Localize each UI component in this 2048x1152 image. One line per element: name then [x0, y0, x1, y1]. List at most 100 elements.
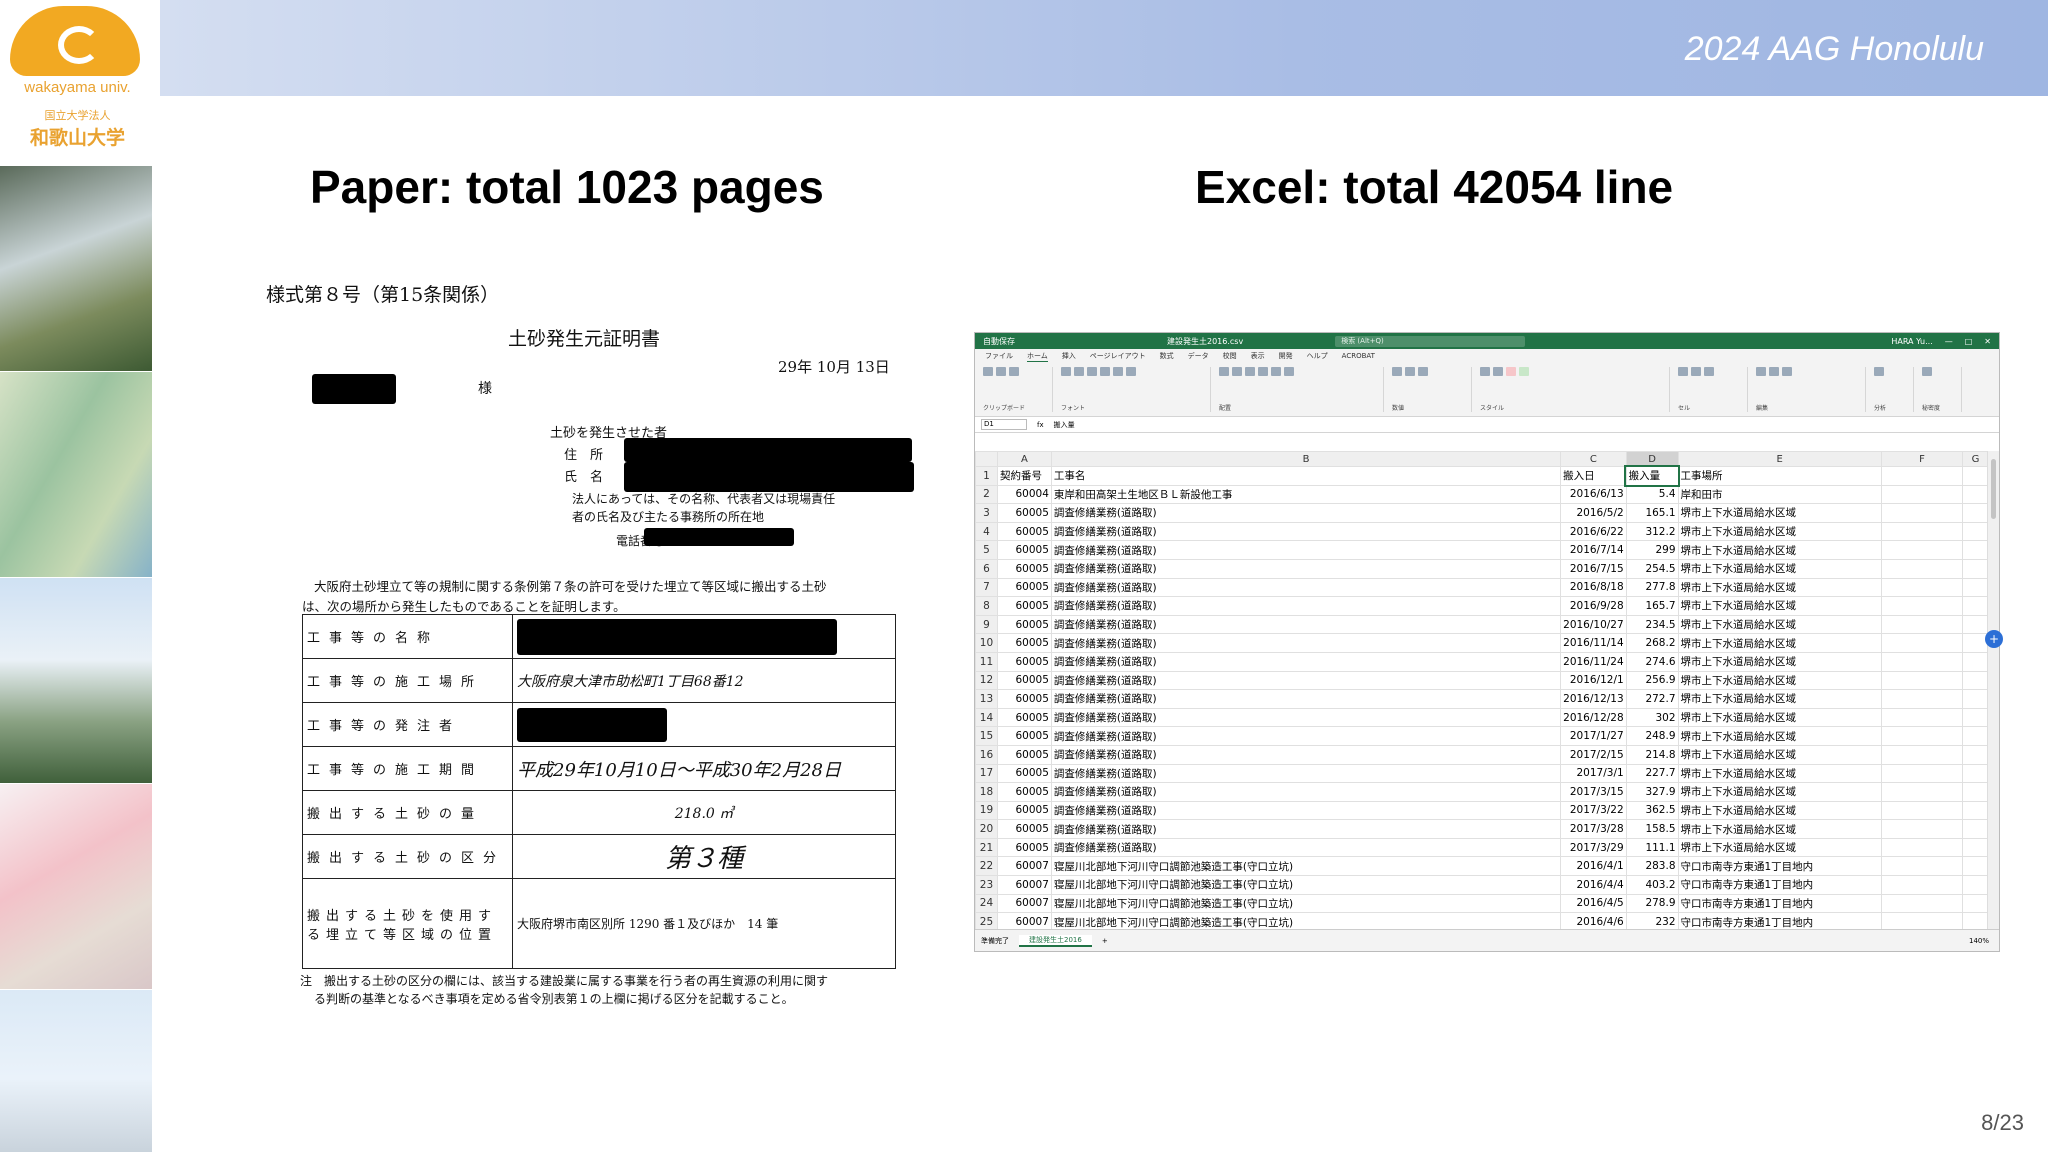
ribbon-alignment[interactable]: 配置 — [1219, 367, 1384, 412]
ribbon-clipboard[interactable]: クリップボード — [983, 367, 1053, 412]
cell-work-name[interactable]: 調査修繕業務(道路取) — [1050, 819, 1562, 839]
zoom-level[interactable]: 140% — [1969, 937, 1989, 945]
row-number[interactable]: 10 — [975, 633, 998, 653]
cell-contract-no[interactable]: 60005 — [996, 596, 1052, 616]
cell-contract-no[interactable]: 60005 — [996, 558, 1052, 579]
cell-amount[interactable]: 272.7 — [1625, 689, 1679, 709]
cell-contract-no[interactable]: 60007 — [996, 893, 1052, 914]
name-box[interactable]: D1 — [981, 419, 1027, 430]
row-number[interactable]: 18 — [975, 782, 998, 802]
cell-amount[interactable]: 256.9 — [1625, 670, 1679, 691]
row-number[interactable]: 19 — [975, 800, 998, 821]
cell-amount[interactable]: 403.2 — [1625, 875, 1679, 895]
maximize-icon[interactable]: □ — [1965, 337, 1973, 346]
cell-contract-no[interactable]: 60005 — [996, 782, 1052, 802]
menu-review[interactable]: 校閲 — [1223, 351, 1237, 361]
cell-work-name[interactable]: 東岸和田高架土生地区ＢＬ新設他工事 — [1050, 484, 1562, 505]
cell-empty[interactable] — [1880, 744, 1964, 765]
cell-empty[interactable] — [1962, 819, 1989, 839]
cell-empty[interactable] — [1880, 689, 1964, 709]
cell-location[interactable]: 堺市上下水道局給水区域 — [1677, 800, 1882, 821]
cell-amount[interactable]: 274.6 — [1625, 651, 1679, 672]
cell-work-name[interactable]: 調査修繕業務(道路取) — [1050, 651, 1562, 672]
cell-location[interactable]: 堺市上下水道局給水区域 — [1677, 521, 1882, 542]
cell-work-name[interactable]: 調査修繕業務(道路取) — [1050, 782, 1562, 802]
cell-work-name[interactable]: 調査修繕業務(道路取) — [1050, 800, 1562, 821]
cell-date[interactable]: 2016/6/13 — [1560, 484, 1627, 505]
cell-contract-no[interactable]: 60005 — [996, 800, 1052, 821]
column-header[interactable]: D — [1625, 451, 1679, 467]
cell-empty[interactable] — [1880, 819, 1964, 839]
cell-work-name[interactable]: 寝屋川北部地下河川守口調節池築造工事(守口立坑) — [1050, 893, 1562, 914]
cell-empty[interactable] — [1880, 707, 1964, 728]
row-number[interactable]: 8 — [975, 596, 998, 616]
cell-work-name[interactable]: 寝屋川北部地下河川守口調節池築造工事(守口立坑) — [1050, 856, 1562, 877]
minimize-icon[interactable]: — — [1945, 337, 1953, 346]
cell-empty[interactable] — [1880, 800, 1964, 821]
cell-empty[interactable] — [1880, 558, 1964, 579]
autosave-label[interactable]: 自動保存 — [983, 336, 1015, 347]
cell-work-name[interactable]: 調査修繕業務(道路取) — [1050, 744, 1562, 765]
add-sheet-icon[interactable]: + — [1102, 937, 1108, 945]
cell-empty[interactable] — [1962, 503, 1989, 523]
cell-date[interactable]: 2017/3/1 — [1560, 763, 1627, 784]
cell-empty[interactable] — [1880, 596, 1964, 616]
cell-contract-no[interactable]: 60005 — [996, 744, 1052, 765]
cell-amount[interactable]: 362.5 — [1625, 800, 1679, 821]
cell-work-name[interactable]: 調査修繕業務(道路取) — [1050, 689, 1562, 709]
cell-work-name[interactable]: 調査修繕業務(道路取) — [1050, 670, 1562, 691]
cell-location[interactable]: 守口市南寺方東通1丁目地内 — [1677, 893, 1882, 914]
cell-empty[interactable] — [1880, 651, 1964, 672]
cell-amount[interactable]: 277.8 — [1625, 577, 1679, 598]
cell-empty[interactable] — [1962, 893, 1989, 914]
formula-input[interactable]: 搬入量 — [1054, 420, 1075, 430]
cell-work-name[interactable]: 調査修繕業務(道路取) — [1050, 614, 1562, 635]
cell-contract-no[interactable]: 60005 — [996, 670, 1052, 691]
cell-date[interactable]: 2016/11/24 — [1560, 651, 1627, 672]
ribbon-number[interactable]: 数値 — [1392, 367, 1472, 412]
cell-location[interactable]: 工事場所 — [1677, 466, 1882, 486]
cell-contract-no[interactable]: 60005 — [996, 689, 1052, 709]
row-number[interactable]: 1 — [975, 466, 998, 486]
cell-date[interactable]: 2016/8/18 — [1560, 577, 1627, 598]
cell-location[interactable]: 堺市上下水道局給水区域 — [1677, 763, 1882, 784]
row-number[interactable]: 6 — [975, 558, 998, 579]
cell-amount[interactable]: 搬入量 — [1624, 464, 1680, 488]
cell-amount[interactable]: 248.9 — [1625, 726, 1679, 746]
menu-page-layout[interactable]: ページレイアウト — [1090, 351, 1146, 361]
cell-empty[interactable] — [1880, 856, 1964, 877]
cell-location[interactable]: 堺市上下水道局給水区域 — [1677, 558, 1882, 579]
cell-work-name[interactable]: 調査修繕業務(道路取) — [1050, 540, 1562, 560]
cell-empty[interactable] — [1962, 484, 1989, 505]
cell-date[interactable]: 2016/10/27 — [1560, 614, 1627, 635]
cell-empty[interactable] — [1962, 558, 1989, 579]
ribbon-font[interactable]: フォント — [1061, 367, 1211, 412]
cell-empty[interactable] — [1880, 782, 1964, 802]
cell-date[interactable]: 2016/12/1 — [1560, 670, 1627, 691]
cell-amount[interactable]: 165.1 — [1625, 503, 1679, 523]
row-number[interactable]: 12 — [975, 670, 998, 691]
cell-work-name[interactable]: 調査修繕業務(道路取) — [1050, 521, 1562, 542]
ribbon-cells[interactable]: セル — [1678, 367, 1748, 412]
cell-amount[interactable]: 268.2 — [1625, 633, 1679, 653]
column-header[interactable]: G — [1962, 451, 1989, 467]
row-number[interactable]: 7 — [975, 577, 998, 598]
cell-date[interactable]: 2017/2/15 — [1560, 744, 1627, 765]
cell-location[interactable]: 守口市南寺方東通1丁目地内 — [1677, 875, 1882, 895]
cell-contract-no[interactable]: 60005 — [996, 614, 1052, 635]
cell-amount[interactable]: 299 — [1625, 540, 1679, 560]
cell-location[interactable]: 堺市上下水道局給水区域 — [1677, 670, 1882, 691]
cell-location[interactable]: 堺市上下水道局給水区域 — [1677, 726, 1882, 746]
cell-amount[interactable]: 302 — [1625, 707, 1679, 728]
column-header[interactable]: C — [1560, 451, 1627, 467]
row-number[interactable]: 3 — [975, 503, 998, 523]
cell-date[interactable]: 2016/11/14 — [1560, 633, 1627, 653]
cell-contract-no[interactable]: 60005 — [996, 707, 1052, 728]
cell-location[interactable]: 堺市上下水道局給水区域 — [1677, 689, 1882, 709]
cell-empty[interactable] — [1962, 800, 1989, 821]
cell-empty[interactable] — [1962, 670, 1989, 691]
cell-location[interactable]: 堺市上下水道局給水区域 — [1677, 633, 1882, 653]
menu-acrobat[interactable]: ACROBAT — [1342, 352, 1375, 360]
cell-contract-no[interactable]: 60005 — [996, 540, 1052, 560]
cell-date[interactable]: 2016/7/14 — [1560, 540, 1627, 560]
